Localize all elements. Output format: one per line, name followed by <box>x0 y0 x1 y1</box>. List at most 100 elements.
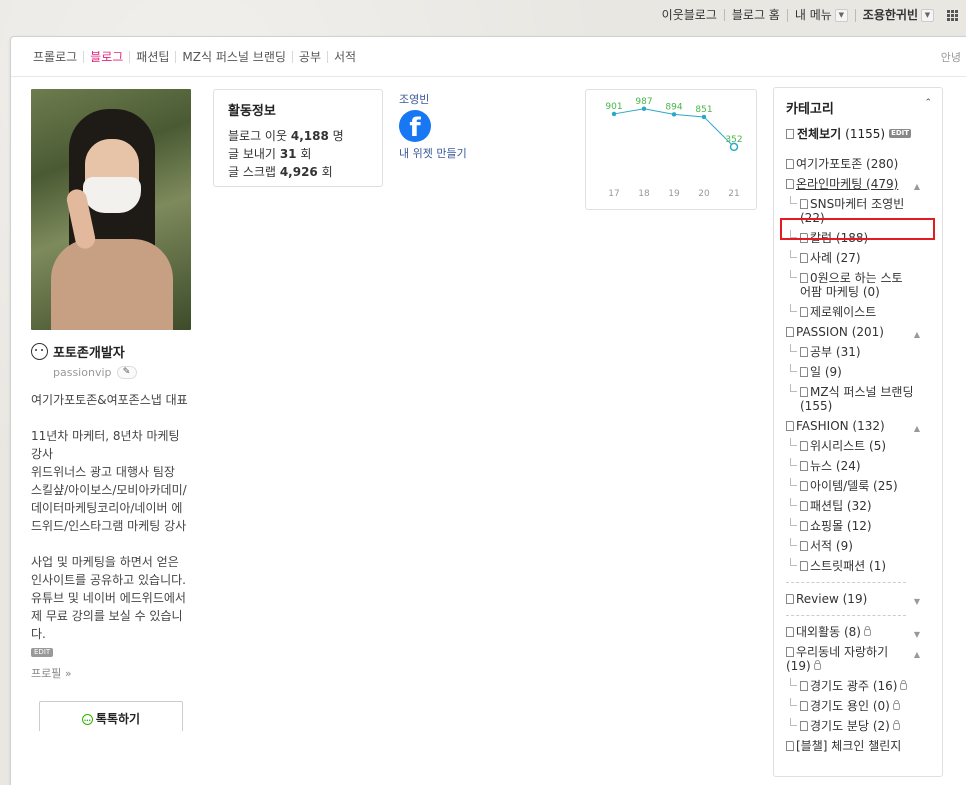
tree-line <box>790 698 797 706</box>
visitor-point[interactable] <box>611 111 617 117</box>
collapse-arrow-icon[interactable]: ▲ <box>914 328 920 342</box>
menu-item-3[interactable]: MZ식 퍼스널 브랜딩 <box>175 50 291 63</box>
category-edit-button[interactable]: EDIT <box>889 129 912 138</box>
category-item[interactable]: 우리동네 자랑하기 (19) ▲ <box>786 642 942 676</box>
talktalk-label: 톡톡하기 <box>95 712 141 726</box>
tree-line <box>790 518 797 526</box>
menu-item-1[interactable]: 블로그 <box>83 50 129 63</box>
profile-photo[interactable] <box>31 89 191 330</box>
visitor-data-label: 851 <box>695 105 712 115</box>
category-item-label: 뉴스 (24) <box>810 459 861 473</box>
category-item-label: 사례 (27) <box>810 251 861 265</box>
category-divider <box>786 615 906 616</box>
collapse-arrow-icon[interactable]: ▲ <box>914 180 920 194</box>
chevron-down-icon: ▼ <box>921 8 934 22</box>
category-divider <box>786 582 906 583</box>
pencil-icon[interactable]: ✎ <box>116 366 137 379</box>
category-item[interactable]: PASSION (201) ▲ <box>786 322 942 342</box>
category-item[interactable]: Review (19) ▼ <box>786 589 942 609</box>
file-icon <box>800 561 808 571</box>
category-item[interactable]: 경기도 분당 (2) <box>786 716 942 736</box>
category-item[interactable]: 패션팁 (32) <box>786 496 942 516</box>
category-item[interactable]: 칼럼 (188) <box>786 228 942 248</box>
category-item[interactable]: 경기도 용인 (0) <box>786 696 942 716</box>
category-item[interactable]: 사례 (27) <box>786 248 942 268</box>
category-item-label: 쇼핑몰 (12) <box>810 519 872 533</box>
category-item[interactable]: 서적 (9) <box>786 536 942 556</box>
profile-nickname: 포토존개발자 <box>53 346 125 361</box>
category-list: 여기가포토존 (280) 온라인마케팅 (479) ▲ SNS마케터 조영빈 (22)… <box>786 154 942 756</box>
file-icon <box>800 347 808 357</box>
category-item[interactable]: 위시리스트 (5) <box>786 436 942 456</box>
category-item[interactable]: 제로웨이스트 <box>786 302 942 322</box>
neighbor-blog-link[interactable]: 이웃블로그 <box>655 9 724 21</box>
category-item[interactable]: 공부 (31) <box>786 342 942 362</box>
menu-item-0[interactable]: 프롤로그 <box>33 51 83 63</box>
category-item[interactable]: 대외활동 (8) ▼ <box>786 622 942 642</box>
profile-blog-id: passionvip <box>53 366 112 379</box>
category-item[interactable]: 스트릿패션 (1) <box>786 556 942 576</box>
category-item-label: Review (19) <box>796 592 868 606</box>
tree-line <box>790 478 797 486</box>
chevron-up-icon[interactable]: ⌃ <box>924 98 932 117</box>
category-item[interactable]: [블챌] 체크인 챌린지 <box>786 736 942 756</box>
category-item[interactable]: 아이템/델룩 (25) <box>786 476 942 496</box>
category-item-label: 여기가포토존 (280) <box>796 157 899 171</box>
menu-item-5[interactable]: 서적 <box>327 50 362 63</box>
file-icon <box>786 627 794 637</box>
visitor-data-label: 352 <box>725 135 742 145</box>
category-item[interactable]: 뉴스 (24) <box>786 456 942 476</box>
category-item[interactable]: MZ식 퍼스널 브랜딩 (155) <box>786 382 942 416</box>
blog-menu: 프롤로그 블로그 패션팁 MZ식 퍼스널 브랜딩 공부 서적 안녕 <box>11 37 966 77</box>
file-icon <box>800 253 808 263</box>
lock-icon <box>892 720 900 730</box>
expand-arrow-icon[interactable]: ▼ <box>914 628 920 642</box>
collapse-arrow-icon[interactable]: ▲ <box>914 422 920 436</box>
category-item[interactable]: 경기도 광주 (16) <box>786 676 942 696</box>
file-icon <box>786 421 794 431</box>
category-item-label: MZ식 퍼스널 브랜딩 (155) <box>800 385 914 413</box>
menu-item-2[interactable]: 패션팁 <box>129 50 175 63</box>
apps-grid-icon[interactable] <box>947 9 958 21</box>
category-item[interactable]: 쇼핑몰 (12) <box>786 516 942 536</box>
category-item[interactable]: FASHION (132) ▲ <box>786 416 942 436</box>
category-item[interactable]: 여기가포토존 (280) <box>786 154 942 174</box>
tree-line <box>790 458 797 466</box>
visitor-point[interactable] <box>641 106 647 112</box>
profile-edit-button[interactable]: EDIT <box>31 648 54 657</box>
blog-home-link[interactable]: 블로그 홈 <box>723 9 787 21</box>
file-icon <box>786 647 794 657</box>
category-all[interactable]: 전체보기 (1155) EDIT <box>786 125 942 142</box>
category-item[interactable]: 0원으로 하는 스토 어팜 마케팅 (0) <box>786 268 942 302</box>
tree-line <box>790 538 797 546</box>
visitor-point[interactable] <box>671 112 677 117</box>
facebook-icon[interactable]: f <box>399 110 431 142</box>
file-icon <box>800 367 808 377</box>
activity-widget: 활동정보 블로그 이웃 4,188 명 글 보내기 31 회 글 스크랩 4,9… <box>213 89 383 187</box>
menu-item-4[interactable]: 공부 <box>291 50 327 63</box>
collapse-arrow-icon[interactable]: ▲ <box>914 648 920 662</box>
category-item-label: 대외활동 (8) <box>796 625 861 639</box>
category-item-label: 서적 (9) <box>810 539 853 553</box>
visitor-point[interactable] <box>701 114 707 120</box>
file-icon <box>786 128 794 139</box>
user-menu-dropdown[interactable]: 조용한귀빈 ▼ <box>854 8 941 22</box>
category-item-label: 온라인마케팅 (479) <box>796 177 899 191</box>
file-icon <box>786 741 794 751</box>
category-item[interactable]: 일 (9) <box>786 362 942 382</box>
category-item-label: 스트릿패션 (1) <box>810 559 887 573</box>
make-widget-link[interactable]: 내 위젯 만들기 <box>399 145 479 161</box>
talktalk-button[interactable]: … 톡톡하기 <box>39 701 183 731</box>
profile-link[interactable]: 프로필 » <box>31 665 191 681</box>
category-item[interactable]: 온라인마케팅 (479) ▲ <box>786 174 942 194</box>
avatar-icon <box>31 343 48 360</box>
category-item-label: [블챌] 체크인 챌린지 <box>796 739 902 753</box>
tree-line <box>790 718 797 726</box>
category-item[interactable]: SNS마케터 조영빈 (22) <box>786 194 942 228</box>
category-item-label: 패션팁 (32) <box>810 499 872 513</box>
facebook-widget-label[interactable]: 조영빈 <box>399 91 479 107</box>
tree-line <box>790 678 797 686</box>
visitor-x-tick: 19 <box>668 189 680 199</box>
my-menu-dropdown[interactable]: 내 메뉴 ▼ <box>786 8 855 22</box>
expand-arrow-icon[interactable]: ▼ <box>914 595 920 609</box>
